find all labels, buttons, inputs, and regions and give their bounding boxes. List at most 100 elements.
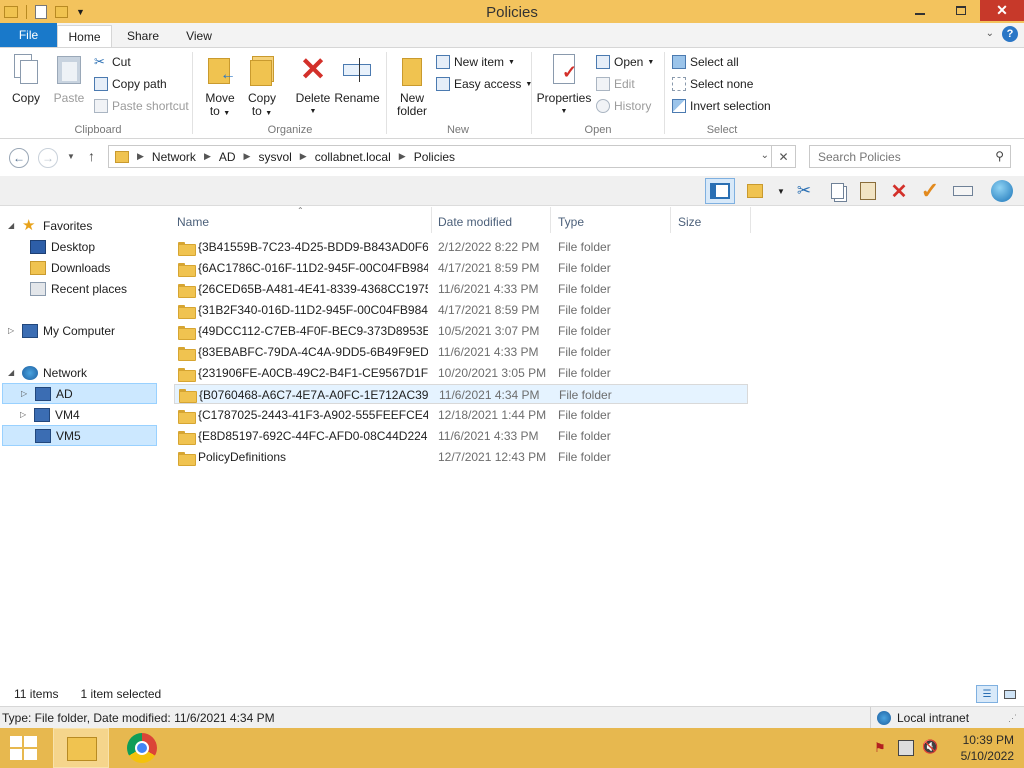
- open-button[interactable]: Open ▼: [596, 53, 654, 71]
- column-name-header[interactable]: Name: [171, 211, 431, 233]
- rename-toolbar-icon[interactable]: [952, 180, 974, 202]
- toolbar-dropdown-icon[interactable]: ▼: [770, 180, 792, 202]
- nav-my-computer[interactable]: ▷ My Computer: [8, 320, 115, 341]
- table-row[interactable]: PolicyDefinitions 12/7/2021 12:43 PM File …: [174, 447, 748, 467]
- volume-muted-icon[interactable]: 🔇: [922, 739, 938, 755]
- clock[interactable]: 10:39 PM 5/10/2022: [961, 732, 1014, 764]
- column-divider[interactable]: [550, 207, 551, 233]
- new-folder-toolbar-icon[interactable]: [744, 180, 766, 202]
- action-center-flag-icon[interactable]: ⚑: [874, 740, 890, 756]
- search-icon[interactable]: ⚲: [995, 149, 1004, 163]
- resize-grip-icon[interactable]: ⋰: [1008, 713, 1017, 724]
- breadcrumb-sysvol[interactable]: sysvol: [258, 150, 291, 164]
- column-date-header[interactable]: Date modified: [432, 211, 550, 233]
- nav-vm5[interactable]: VM5: [2, 425, 157, 446]
- table-row[interactable]: {6AC1786C-016F-11D2-945F-00C04FB984... 4/…: [174, 258, 748, 278]
- expand-chevron-icon[interactable]: ▷: [20, 410, 28, 419]
- properties-button[interactable]: ✓ Properties ▼: [536, 52, 592, 118]
- breadcrumb-chevron-icon[interactable]: ▶: [204, 151, 211, 162]
- column-type-header[interactable]: Type: [552, 211, 670, 233]
- nav-network[interactable]: ◢ Network: [8, 362, 87, 383]
- table-row[interactable]: {C1787025-2443-41F3-A902-555FEEFCE4... 12…: [174, 405, 748, 425]
- table-row[interactable]: {83EBABFC-79DA-4C4A-9DD5-6B49F9ED... 11/6…: [174, 342, 748, 362]
- start-button[interactable]: [10, 736, 38, 760]
- table-row-selected[interactable]: {B0760468-A6C7-4E7A-A0FC-1E712AC39... 11/…: [174, 384, 748, 404]
- collapse-ribbon-icon[interactable]: ⌄: [986, 28, 994, 39]
- nav-desktop[interactable]: Desktop: [30, 236, 95, 257]
- taskbar-file-explorer[interactable]: [53, 728, 109, 768]
- nav-vm4[interactable]: ▷ VM4: [20, 404, 80, 425]
- table-row[interactable]: {49DCC112-C7EB-4F0F-BEC9-373D8953E... 10/…: [174, 321, 748, 341]
- nav-downloads[interactable]: Downloads: [30, 257, 110, 278]
- new-item-button[interactable]: New item ▼: [436, 53, 515, 71]
- tab-view[interactable]: View: [176, 25, 222, 47]
- copy-path-button[interactable]: Copy path: [94, 75, 167, 93]
- column-divider[interactable]: [670, 207, 671, 233]
- breadcrumb-chevron-icon[interactable]: ▶: [300, 151, 307, 162]
- clear-address-icon[interactable]: ✕: [771, 145, 796, 168]
- nav-ad[interactable]: ▷ AD: [2, 383, 157, 404]
- help-icon[interactable]: ?: [1002, 26, 1018, 42]
- edit-button[interactable]: Edit: [596, 75, 635, 93]
- folder-icon: [178, 430, 196, 445]
- address-bar[interactable]: ▶ Network ▶ AD ▶ sysvol ▶ collabnet.loca…: [108, 145, 796, 168]
- easy-access-button[interactable]: Easy access ▼: [436, 75, 532, 93]
- breadcrumb-chevron-icon[interactable]: ▶: [244, 151, 251, 162]
- details-view-icon[interactable]: ☰: [976, 685, 998, 703]
- large-icons-view-icon[interactable]: [1000, 685, 1020, 703]
- rename-button[interactable]: Rename: [334, 52, 380, 105]
- move-to-button[interactable]: ← Move to ▼: [200, 52, 240, 120]
- tab-file[interactable]: File: [0, 23, 57, 47]
- globe-icon[interactable]: [991, 180, 1013, 202]
- minimize-button[interactable]: [907, 0, 933, 21]
- table-row[interactable]: {E8D85197-692C-44FC-AFD0-08C44D224... 11/…: [174, 426, 748, 446]
- new-folder-button[interactable]: New folder: [391, 52, 433, 118]
- breadcrumb-chevron-icon[interactable]: ▶: [137, 151, 144, 162]
- table-row[interactable]: {31B2F340-016D-11D2-945F-00C04FB984... 4/…: [174, 300, 748, 320]
- copy-toolbar-icon[interactable]: [826, 180, 848, 202]
- copy-to-button[interactable]: Copy to ▼: [242, 52, 282, 120]
- cut-toolbar-icon[interactable]: ✂: [793, 180, 815, 202]
- copy-button[interactable]: Copy: [6, 52, 46, 105]
- select-none-button[interactable]: Select none: [672, 75, 753, 93]
- table-row[interactable]: {231906FE-A0CB-49C2-B4F1-CE9567D1F0... 10…: [174, 363, 748, 383]
- paste-toolbar-icon[interactable]: [857, 180, 879, 202]
- table-row[interactable]: {3B41559B-7C23-4D25-BDD9-B843AD0F6... 2/1…: [174, 237, 748, 257]
- address-history-chevron-icon[interactable]: ⌄: [761, 150, 769, 161]
- cut-button[interactable]: ✂ Cut: [94, 53, 131, 71]
- tab-home[interactable]: Home: [57, 25, 112, 47]
- breadcrumb-network[interactable]: Network: [152, 150, 196, 164]
- expand-chevron-icon[interactable]: ▷: [8, 326, 16, 335]
- up-arrow-icon[interactable]: ↑: [88, 148, 95, 164]
- breadcrumb-collabnet[interactable]: collabnet.local: [315, 150, 391, 164]
- breadcrumb-chevron-icon[interactable]: ▶: [399, 151, 406, 162]
- preview-pane-icon[interactable]: [705, 178, 735, 204]
- paste-shortcut-button[interactable]: Paste shortcut: [94, 97, 189, 115]
- restore-button[interactable]: [947, 0, 975, 21]
- column-divider[interactable]: [750, 207, 751, 233]
- network-tray-icon[interactable]: [898, 740, 914, 756]
- delete-button[interactable]: ✕ Delete ▼: [292, 52, 334, 118]
- delete-toolbar-icon[interactable]: ✕: [888, 180, 910, 203]
- back-button[interactable]: ←: [9, 148, 29, 168]
- invert-selection-button[interactable]: Invert selection: [672, 97, 771, 115]
- collapse-chevron-icon[interactable]: ◢: [8, 221, 16, 230]
- recent-locations-chevron-icon[interactable]: ▼: [67, 152, 75, 161]
- select-all-button[interactable]: Select all: [672, 53, 739, 71]
- breadcrumb-ad[interactable]: AD: [219, 150, 236, 164]
- paste-button[interactable]: Paste: [50, 52, 88, 105]
- history-button[interactable]: History: [596, 97, 651, 115]
- nav-recent-places[interactable]: Recent places: [30, 278, 127, 299]
- nav-favorites[interactable]: ◢ ★ Favorites: [8, 215, 92, 236]
- close-button[interactable]: ✕: [980, 0, 1024, 21]
- search-input[interactable]: Search Policies ⚲: [809, 145, 1011, 168]
- forward-button[interactable]: →: [38, 148, 58, 168]
- taskbar-chrome[interactable]: [127, 733, 157, 763]
- checkmark-toolbar-icon[interactable]: ✓: [919, 178, 941, 203]
- collapse-chevron-icon[interactable]: ◢: [8, 368, 16, 377]
- table-row[interactable]: {26CED65B-A481-4E41-8339-4368CC1975... 11…: [174, 279, 748, 299]
- breadcrumb-policies[interactable]: Policies: [414, 150, 455, 164]
- expand-chevron-icon[interactable]: ▷: [21, 389, 29, 398]
- column-size-header[interactable]: Size: [672, 211, 750, 233]
- tab-share[interactable]: Share: [118, 25, 168, 47]
